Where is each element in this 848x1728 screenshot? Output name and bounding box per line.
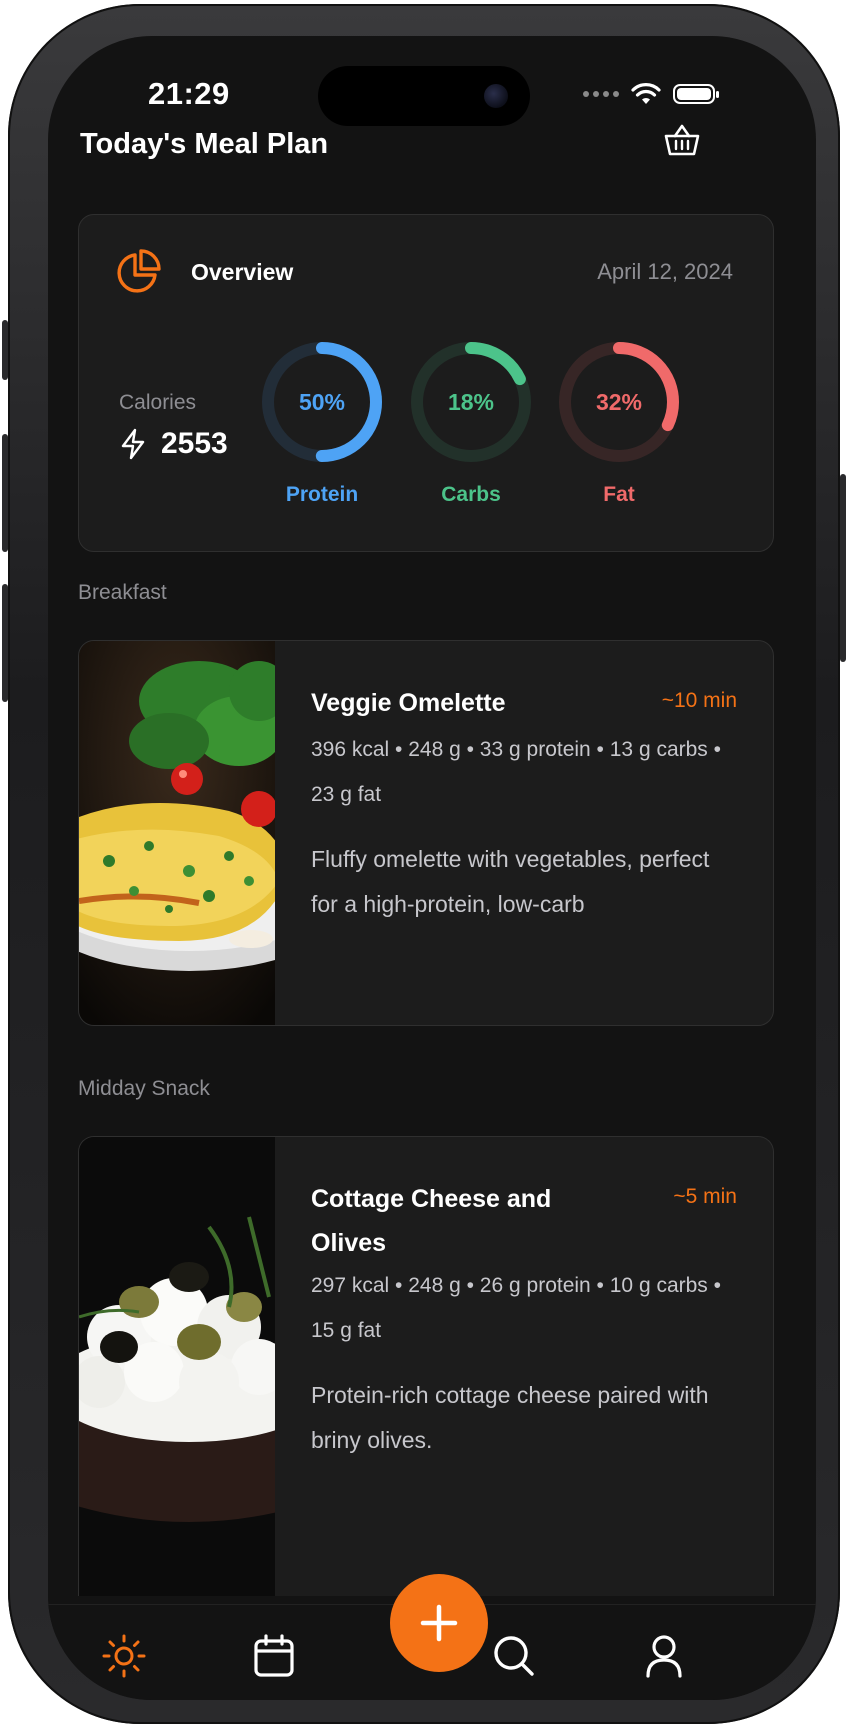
profile-icon[interactable] (640, 1632, 688, 1680)
status-indicators (583, 82, 719, 106)
overview-date: April 12, 2024 (597, 259, 733, 284)
basket-icon[interactable] (662, 120, 702, 160)
protein-percent: 50% (298, 388, 346, 415)
omelette-image (79, 641, 275, 1025)
search-icon[interactable] (490, 1632, 538, 1680)
meal-name: Veggie Omelette (311, 689, 506, 717)
section-title-breakfast: Breakfast (78, 581, 167, 604)
status-time: 21:29 (148, 76, 230, 111)
cottage-cheese-image (79, 1137, 275, 1596)
calories-label: Calories (119, 391, 197, 414)
meal-card-cottage-cheese[interactable]: Cottage Cheese and Olives ~5 min 297 kca… (78, 1136, 774, 1596)
screen: 21:29 Today's Meal Plan Overview April 1… (48, 36, 816, 1700)
fat-label: Fat (603, 483, 635, 506)
power-button (840, 474, 846, 662)
meal-name: Cottage Cheese and Olives (311, 1185, 552, 1257)
volume-up-button (2, 434, 8, 552)
meal-nutrition-stats: 396 kcal • 248 g • 33 g protein • 13 g c… (311, 738, 721, 806)
phone-frame: 21:29 Today's Meal Plan Overview April 1… (2, 4, 846, 1724)
protein-ring: 50% (259, 339, 385, 465)
calories-row: 2553 (119, 427, 228, 461)
carbs-label: Carbs (441, 483, 501, 506)
fat-ring: 32% (556, 339, 682, 465)
section-title-midday-snack: Midday Snack (78, 1077, 210, 1100)
volume-down-button (2, 584, 8, 702)
camera-icon (484, 84, 508, 108)
calendar-icon[interactable] (250, 1632, 298, 1680)
battery-icon (673, 84, 719, 104)
lightning-icon (121, 428, 145, 460)
dynamic-island (318, 66, 530, 126)
sun-icon[interactable] (100, 1632, 148, 1680)
overview-title: Overview (191, 259, 294, 285)
meal-description: Protein-rich cottage cheese paired with … (311, 1382, 709, 1453)
carbs-ring: 18% (408, 339, 534, 465)
action-button (2, 320, 8, 380)
page-title: Today's Meal Plan (80, 128, 329, 160)
pie-chart-icon (117, 249, 161, 293)
meal-prep-time: ~5 min (673, 1185, 737, 1208)
meal-prep-time: ~10 min (661, 689, 737, 712)
meal-card-veggie-omelette[interactable]: Veggie Omelette ~10 min 396 kcal • 248 g… (78, 640, 774, 1026)
overview-card: Overview April 12, 2024 Calories 2553 50… (78, 214, 774, 552)
carbs-percent: 18% (447, 388, 495, 415)
cellular-signal-icon (583, 91, 619, 97)
fat-percent: 32% (595, 388, 643, 415)
meal-description: Fluffy omelette with vegetables, perfect… (311, 846, 710, 917)
meal-nutrition-stats: 297 kcal • 248 g • 26 g protein • 10 g c… (311, 1274, 721, 1342)
protein-label: Protein (285, 483, 359, 506)
add-icon (420, 1604, 458, 1642)
add-button[interactable] (390, 1574, 488, 1672)
calories-value: 2553 (161, 427, 228, 460)
wifi-icon (631, 83, 661, 104)
